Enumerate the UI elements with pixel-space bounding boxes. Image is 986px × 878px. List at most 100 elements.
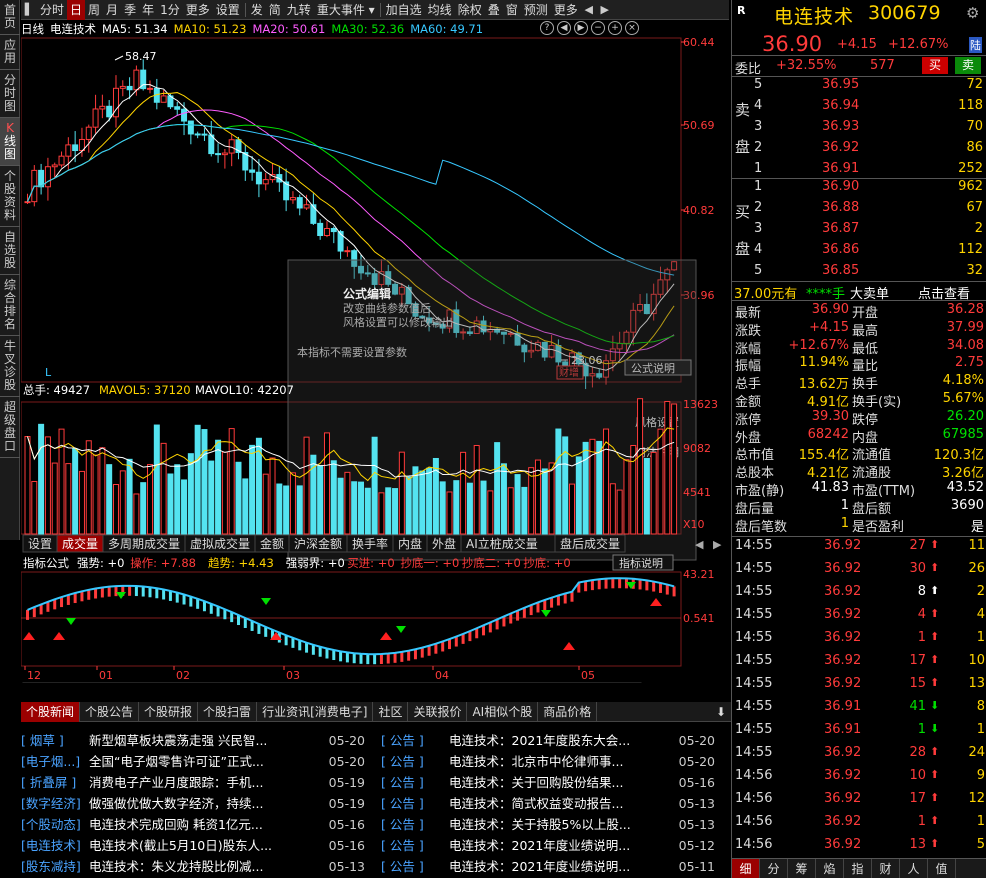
- toolbar-item[interactable]: 加自选: [383, 0, 425, 20]
- book-row[interactable]: 3 36.93 70: [732, 119, 986, 140]
- news-item[interactable]: [电连技术] 电连技术(截止5月10日)股东人... 05-16: [21, 835, 371, 856]
- toolbar-item[interactable]: 设置: [213, 0, 243, 20]
- toolbar-item[interactable]: 重大事件 ▾: [314, 0, 378, 20]
- volume-bar: [133, 493, 140, 535]
- arrow-left-icon[interactable]: ◀: [581, 0, 597, 20]
- news-tab[interactable]: 个股研报: [139, 702, 199, 722]
- quote-tab[interactable]: 人: [900, 859, 928, 878]
- news-title[interactable]: 全国“电子烟零售许可证”正式...: [89, 751, 264, 772]
- left-nav-item[interactable]: 牛叉诊股: [0, 336, 20, 397]
- toolbar-item[interactable]: 九转: [284, 0, 314, 20]
- stat-label: 外盘: [735, 430, 762, 446]
- book-row[interactable]: 2 36.92 86: [732, 140, 986, 161]
- sell-marker: [396, 626, 406, 633]
- news-title[interactable]: 电连技术：朱义龙持股比例减...: [89, 856, 263, 877]
- quote-tab[interactable]: 焰: [816, 859, 844, 878]
- toolbar-item[interactable]: 发: [248, 0, 266, 20]
- book-row[interactable]: 4 36.94 118: [732, 98, 986, 119]
- toolbar-item[interactable]: 除权: [455, 0, 485, 20]
- buy-button[interactable]: 买: [922, 57, 948, 74]
- news-tab[interactable]: 行业资讯[消费电子]: [257, 702, 374, 722]
- news-title[interactable]: 电连技术：2021年度业绩说明...: [449, 856, 630, 877]
- book-row[interactable]: 2 36.88 67: [732, 200, 986, 221]
- news-title[interactable]: 电连技术(截止5月10日)股东人...: [89, 835, 272, 856]
- book-row[interactable]: 3 36.87 2: [732, 221, 986, 242]
- quote-tab[interactable]: 分: [760, 859, 788, 878]
- volume-bar: [201, 429, 208, 535]
- news-tab[interactable]: 个股扫雷: [198, 702, 258, 722]
- gear-icon[interactable]: ⚙: [966, 4, 979, 22]
- toolbar-item[interactable]: 1分: [157, 0, 183, 20]
- news-tab[interactable]: AI相似个股: [467, 702, 539, 722]
- news-item[interactable]: [数字经济] 做强做优做大数字经济，持续... 05-19: [21, 793, 371, 814]
- news-item[interactable]: [ 公告 ] 电连技术：简式权益变动报告... 05-13: [381, 793, 721, 814]
- left-nav-item[interactable]: 应用: [0, 35, 20, 70]
- toolbar-item[interactable]: 月: [103, 0, 121, 20]
- news-item[interactable]: [ 公告 ] 电连技术：关于回购股份结果... 05-16: [381, 772, 721, 793]
- news-item[interactable]: [ 公告 ] 电连技术：关于持股5%以上股... 05-13: [381, 814, 721, 835]
- stat-label: 是否盈利: [852, 519, 905, 535]
- book-row[interactable]: 4 36.86 112: [732, 242, 986, 263]
- toolbar-item[interactable]: 预测: [521, 0, 551, 20]
- news-tab[interactable]: 个股新闻: [21, 702, 81, 722]
- kline-chart[interactable]: 60.4450.6940.8230.9658.4723.06L 财增公式编辑改变曲…: [21, 20, 729, 683]
- tick-count: 11: [968, 538, 985, 553]
- news-tab[interactable]: 社区: [373, 702, 409, 722]
- quote-tab[interactable]: 筹: [788, 859, 816, 878]
- sidebar-toggle-icon[interactable]: ▌: [21, 0, 37, 20]
- stat-value: 13.62万: [798, 377, 849, 393]
- toolbar-item[interactable]: 日: [67, 0, 86, 20]
- news-item[interactable]: [ 公告 ] 电连技术：北京市中伦律师事... 05-20: [381, 751, 721, 772]
- left-nav-item[interactable]: 个股资料: [0, 166, 20, 227]
- news-item[interactable]: [ 公告 ] 电连技术：2021年度业绩说明... 05-11: [381, 856, 721, 877]
- toolbar-item[interactable]: 简: [266, 0, 284, 20]
- download-icon[interactable]: ⬇: [711, 702, 731, 722]
- left-nav-item[interactable]: K线图: [0, 118, 20, 166]
- news-title[interactable]: 电连技术：2021年度股东大会...: [449, 730, 630, 751]
- left-nav-item[interactable]: 超级盘口: [0, 397, 20, 458]
- sell-button[interactable]: 卖: [955, 57, 981, 74]
- news-title[interactable]: 电连技术：简式权益变动报告...: [449, 793, 623, 814]
- news-item[interactable]: [ 折叠屏 ] 消费电子产业月度跟踪：手机... 05-19: [21, 772, 371, 793]
- news-tab[interactable]: 商品价格: [538, 702, 598, 722]
- quote-tab[interactable]: 财: [872, 859, 900, 878]
- news-item[interactable]: [ 公告 ] 电连技术：2021年度业绩说明... 05-12: [381, 835, 721, 856]
- left-nav-item[interactable]: 分时图: [0, 70, 20, 118]
- news-title[interactable]: 电连技术：2021年度业绩说明...: [449, 835, 630, 856]
- toolbar-item[interactable]: 均线: [425, 0, 455, 20]
- toolbar-item[interactable]: 分时: [37, 0, 67, 20]
- volume-bar: [221, 451, 228, 535]
- toolbar-item[interactable]: 窗: [503, 0, 521, 20]
- toolbar-item[interactable]: 更多: [183, 0, 213, 20]
- volume-bar: [351, 481, 358, 535]
- news-title[interactable]: 做强做优做大数字经济，持续...: [89, 793, 263, 814]
- news-title[interactable]: 消费电子产业月度跟踪：手机...: [89, 772, 263, 793]
- quote-tab[interactable]: 值: [928, 859, 956, 878]
- toolbar-item[interactable]: 更多: [551, 0, 581, 20]
- book-row[interactable]: 5 36.95 72: [732, 77, 986, 98]
- news-tab[interactable]: 个股公告: [80, 702, 140, 722]
- news-title[interactable]: 电连技术：关于持股5%以上股...: [449, 814, 631, 835]
- news-title[interactable]: 电连技术：北京市中伦律师事...: [449, 751, 623, 772]
- news-title[interactable]: 电连技术：关于回购股份结果...: [449, 772, 623, 793]
- arrow-right-icon[interactable]: ▶: [597, 0, 613, 20]
- news-date: 05-20: [678, 733, 715, 748]
- news-item[interactable]: [ 公告 ] 电连技术：2021年度股东大会... 05-20: [381, 730, 721, 751]
- toolbar-item[interactable]: 叠: [485, 0, 503, 20]
- left-nav-item[interactable]: 综合排名: [0, 275, 20, 336]
- toolbar-item[interactable]: 周: [85, 0, 103, 20]
- book-row[interactable]: 1 36.90 962: [732, 179, 986, 200]
- news-tab[interactable]: 关联报价: [408, 702, 468, 722]
- news-title[interactable]: 电连技术完成回购 耗资1亿元...: [89, 814, 263, 835]
- news-item[interactable]: [个股动态] 电连技术完成回购 耗资1亿元... 05-16: [21, 814, 371, 835]
- news-title[interactable]: 新型烟草板块震荡走强 兴民智...: [89, 730, 267, 751]
- quote-tab[interactable]: 指: [844, 859, 872, 878]
- toolbar-item[interactable]: 年: [139, 0, 157, 20]
- toolbar-item[interactable]: 季: [121, 0, 139, 20]
- left-nav-item[interactable]: 首页: [0, 0, 20, 35]
- news-item[interactable]: [ 烟草 ] 新型烟草板块震荡走强 兴民智... 05-20: [21, 730, 371, 751]
- quote-tab[interactable]: 细: [732, 859, 760, 878]
- news-item[interactable]: [电子烟...] 全国“电子烟零售许可证”正式... 05-20: [21, 751, 371, 772]
- news-item[interactable]: [股东减持] 电连技术：朱义龙持股比例减... 05-13: [21, 856, 371, 877]
- left-nav-item[interactable]: 自选股: [0, 227, 20, 275]
